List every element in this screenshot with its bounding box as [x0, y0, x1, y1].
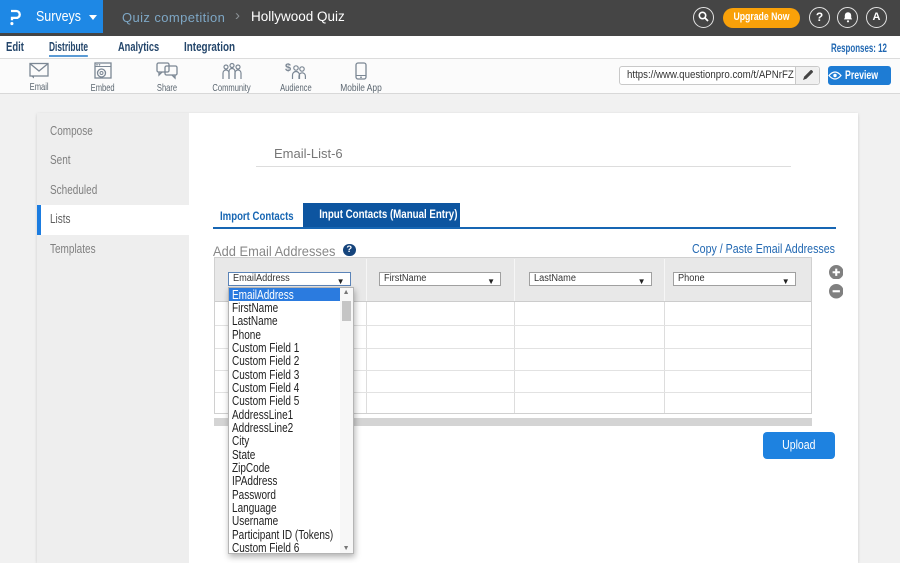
svg-text:$: $ — [285, 62, 291, 74]
